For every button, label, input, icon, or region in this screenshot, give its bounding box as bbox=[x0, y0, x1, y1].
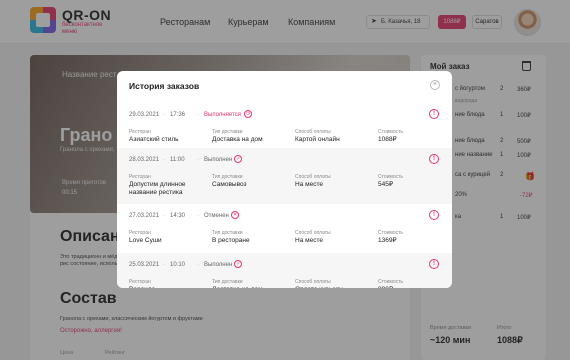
order-delivery: Доставка на дом bbox=[212, 136, 263, 143]
order-delivery: Доставка на дом bbox=[212, 286, 290, 288]
order-card[interactable]: 27.03.2021 · 14:30 · Отменен ✕! Ресторан Love С… bbox=[117, 204, 452, 260]
order-payment: На месте bbox=[295, 181, 323, 188]
delivery-label: Тип доставки bbox=[212, 230, 243, 236]
separator-dot: · bbox=[163, 213, 165, 219]
separator-dot: · bbox=[197, 112, 199, 118]
delivery-label: Тип доставки bbox=[212, 174, 243, 180]
order-card[interactable]: 28.03.2021 · 11:00 · Выполнен ✓! Ресторан Допус… bbox=[117, 148, 452, 204]
separator-dot: · bbox=[163, 112, 165, 118]
restaurant-label: Ресторан bbox=[129, 230, 151, 236]
delivery-label: Тип доставки bbox=[212, 279, 243, 285]
order-restaurant: Азиатский стиль bbox=[129, 136, 179, 143]
separator-dot: · bbox=[197, 262, 199, 268]
order-payment: На месте bbox=[295, 237, 323, 244]
order-payment: Картой онлайн bbox=[295, 136, 340, 143]
status-icon: ✓ bbox=[234, 260, 243, 268]
payment-label: Способ оплаты bbox=[295, 174, 331, 180]
order-cost: 890₽ bbox=[378, 286, 452, 288]
order-date: 29.03.2021 bbox=[129, 112, 160, 118]
order-payment: Оплата курьеру bbox=[295, 286, 373, 288]
close-icon[interactable]: × bbox=[430, 80, 440, 90]
info-icon[interactable]: ! bbox=[429, 109, 439, 119]
order-history-modal: История заказов × 29.03.2021 · 17:36 · Выпол… bbox=[117, 71, 452, 288]
order-card[interactable]: 25.03.2021·10:10·Выполнен✓!РесторанВеран… bbox=[117, 253, 452, 288]
status-icon: ✕ bbox=[231, 211, 240, 219]
cost-label: Стоимость bbox=[378, 174, 404, 180]
cost-label: Стоимость bbox=[378, 230, 404, 236]
restaurant-label: Ресторан bbox=[129, 279, 151, 285]
info-icon[interactable]: ! bbox=[429, 154, 439, 164]
separator-dot: · bbox=[163, 262, 165, 268]
status-icon: ✓ bbox=[234, 155, 243, 163]
payment-label: Способ оплаты bbox=[295, 230, 331, 236]
order-status: Выполнен bbox=[204, 262, 233, 268]
order-delivery: В ресторане bbox=[212, 237, 250, 244]
restaurant-label: Ресторан bbox=[129, 129, 151, 135]
order-delivery: Самовывоз bbox=[212, 181, 247, 188]
modal-title: История заказов bbox=[129, 81, 200, 91]
order-date: 28.03.2021 bbox=[129, 157, 160, 163]
order-restaurant: Love Суши bbox=[129, 237, 162, 244]
info-icon[interactable]: ! bbox=[429, 210, 439, 220]
order-status: Выполнен bbox=[204, 157, 233, 163]
separator-dot: · bbox=[163, 157, 165, 163]
order-time: 17:36 bbox=[170, 112, 186, 118]
status-icon: ⟳ bbox=[244, 110, 253, 118]
restaurant-label: Ресторан bbox=[129, 174, 151, 180]
order-restaurant: Веранда bbox=[129, 286, 209, 288]
order-status: Выполняется bbox=[204, 112, 241, 118]
order-time: 10:10 bbox=[170, 262, 186, 268]
separator-dot: · bbox=[197, 213, 199, 219]
separator-dot: · bbox=[197, 157, 199, 163]
info-icon[interactable]: ! bbox=[429, 259, 439, 269]
payment-label: Способ оплаты bbox=[295, 279, 331, 285]
order-date: 25.03.2021 bbox=[129, 262, 160, 268]
delivery-label: Тип доставки bbox=[212, 129, 243, 135]
order-restaurant: Допустим длинное название рестика bbox=[129, 181, 186, 196]
order-date: 27.03.2021 bbox=[129, 213, 160, 219]
cost-label: Стоимость bbox=[378, 279, 404, 285]
order-cost: 1369₽ bbox=[378, 237, 397, 244]
order-time: 11:00 bbox=[170, 157, 185, 163]
payment-label: Способ оплаты bbox=[295, 129, 331, 135]
order-cost: 545₽ bbox=[378, 181, 393, 188]
order-cost: 1088₽ bbox=[378, 136, 397, 143]
order-time: 14:30 bbox=[170, 213, 186, 219]
cost-label: Стоимость bbox=[378, 129, 404, 135]
order-status: Отменен bbox=[204, 213, 229, 219]
